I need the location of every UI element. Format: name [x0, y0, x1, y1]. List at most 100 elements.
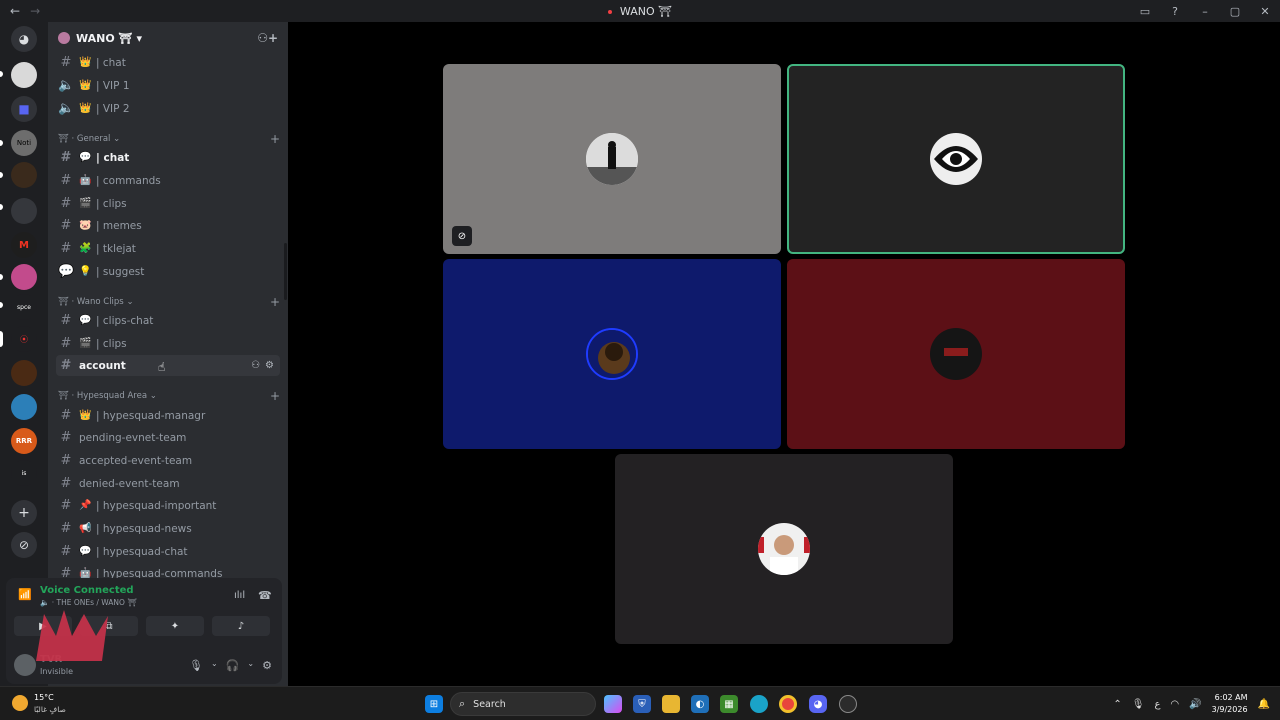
invite-icon[interactable]: ⚇ [251, 360, 260, 371]
category-wano-clips[interactable]: ⛩ · Wano Clips ⌄ + [58, 295, 280, 309]
microphone-icon[interactable]: 🎙 [189, 659, 203, 672]
add-channel-icon[interactable]: + [270, 295, 280, 309]
channel-item[interactable]: # 🤖 | commands [56, 170, 280, 191]
minimize-icon[interactable]: – [1190, 5, 1220, 18]
participant-tile[interactable] [443, 259, 781, 449]
channel-item[interactable]: # denied-event-team [56, 473, 280, 494]
server-folder-mixed[interactable] [11, 198, 37, 224]
voice-channel-item[interactable]: 🔈 👑 | VIP 1 [56, 75, 280, 96]
channel-label: | clips [96, 197, 127, 210]
language-indicator[interactable]: ع [1154, 699, 1160, 710]
wifi-icon[interactable]: ◠ [1170, 699, 1179, 710]
channel-item[interactable]: # 📌 | hypesquad-important [56, 495, 280, 516]
noise-suppression-icon[interactable]: ılıl [234, 590, 245, 601]
server-icon-dark[interactable] [11, 162, 37, 188]
server-icon-bronze[interactable] [11, 360, 37, 386]
chevron-down-icon[interactable]: ⌄ [247, 659, 254, 672]
chevron-down-icon[interactable]: ⌄ [211, 659, 218, 672]
windows-start-icon[interactable]: ⊞ [425, 695, 443, 713]
add-user-icon[interactable]: ⚇+ [257, 31, 278, 45]
server-icon-small-dot[interactable]: is [11, 460, 37, 486]
discord-taskbar-icon[interactable]: ◕ [809, 695, 827, 713]
explore-icon[interactable]: ⊘ [11, 532, 37, 558]
channel-item-account[interactable]: # account ⚇ ⚙ [56, 355, 280, 376]
channel-item[interactable]: # 👑 | hypesquad-managr [56, 405, 280, 426]
voice-status[interactable]: Voice Connected [40, 585, 134, 596]
speaker-icon: 🔈 [58, 78, 75, 93]
participant-tile[interactable] [787, 259, 1125, 449]
activities-icon: ✦ [170, 620, 180, 632]
channel-item[interactable]: # 💬 | clips-chat [56, 310, 280, 331]
server-folder-blue[interactable] [11, 394, 37, 420]
soundboard-button[interactable]: ♪ [212, 616, 270, 636]
forum-channel-item[interactable]: 💬 💡 | suggest [56, 261, 280, 282]
server-icon-notif[interactable]: Noti [11, 130, 37, 156]
disconnect-icon[interactable]: ☎ [258, 589, 272, 602]
notification-bell-icon[interactable]: 🔔 [1258, 699, 1270, 710]
maximize-icon[interactable]: ▢ [1220, 5, 1250, 18]
gear-icon[interactable]: ⚙ [262, 659, 272, 672]
volume-icon[interactable]: 🔊 [1189, 699, 1201, 710]
weather-widget[interactable]: 15°C صافٍ غالبًا [10, 691, 70, 717]
help-icon[interactable]: ? [1160, 5, 1190, 18]
hash-icon: # [60, 358, 72, 373]
add-channel-icon[interactable]: + [270, 389, 280, 403]
clock[interactable]: 6:02 AM 3/9/2026 [1212, 692, 1248, 716]
file-explorer-icon[interactable] [662, 695, 680, 713]
time: 6:02 AM [1214, 693, 1248, 702]
chevron-up-icon[interactable]: ⌃ [1113, 699, 1121, 710]
activities-button[interactable]: ✦ [146, 616, 204, 636]
sidebar-scrollbar[interactable] [284, 243, 287, 300]
inbox-icon[interactable]: ▭ [1130, 5, 1160, 18]
minecraft-icon[interactable]: ▦ [720, 695, 738, 713]
copilot-icon[interactable] [604, 695, 622, 713]
channel-item[interactable]: # 🎬 | clips [56, 193, 280, 214]
folder-icon[interactable]: ■ [11, 96, 37, 122]
server-avatar-icon [58, 32, 70, 44]
category-general[interactable]: ⛩ · General ⌄ + [58, 132, 280, 146]
channel-label: | suggest [96, 265, 145, 278]
channel-item-chat[interactable]: # 💬 | chat [56, 147, 280, 168]
app-icon-blue[interactable]: ◐ [691, 695, 709, 713]
voice-channel-item[interactable]: 🔈 👑 | VIP 2 [56, 98, 280, 119]
channel-item[interactable]: # accepted-event-team [56, 450, 280, 471]
server-icon-mi[interactable]: M [11, 232, 37, 258]
unread-pip [0, 302, 3, 308]
participant-tile[interactable] [615, 454, 953, 644]
channel-item[interactable]: # 🐷 | memes [56, 215, 280, 236]
temperature: 15°C [34, 693, 54, 702]
channel-item[interactable]: # 🧩 | tklejat [56, 238, 280, 259]
server-icon-pink[interactable] [11, 264, 37, 290]
channel-label: account [79, 359, 126, 372]
close-icon[interactable]: ✕ [1250, 5, 1280, 18]
taskbar-search[interactable]: ⌕ Search [450, 692, 596, 716]
discord-home-icon[interactable]: ◕ [11, 26, 37, 52]
avatar [930, 328, 982, 380]
headphones-icon[interactable]: 🎧 [226, 659, 240, 672]
server-icon-red-dot[interactable]: ⦿ [11, 326, 37, 352]
speaker-icon: 🔈 [58, 101, 75, 116]
channel-item[interactable]: # 📢 | hypesquad-news [56, 518, 280, 539]
chrome-icon[interactable] [779, 695, 797, 713]
channel-item[interactable]: # pending-evnet-team [56, 427, 280, 448]
server-header[interactable]: WANO ⛩ ▾ ⚇+ [48, 22, 288, 54]
defender-icon[interactable]: ⛨ [633, 695, 651, 713]
search-icon: ⌕ [459, 697, 466, 710]
category-hypesquad[interactable]: ⛩ · Hypesquad Area ⌄ + [58, 389, 280, 403]
channel-item[interactable]: # 💬 | hypesquad-chat [56, 541, 280, 562]
channel-item[interactable]: # 🎬 | clips [56, 333, 280, 354]
server-icon-small-text[interactable]: spce [11, 294, 37, 320]
gear-icon[interactable]: ⚙ [265, 360, 274, 371]
server-icon-orange[interactable]: RRR [11, 428, 37, 454]
channel-label: | hypesquad-managr [96, 409, 206, 422]
edge-icon[interactable] [750, 695, 768, 713]
hash-icon: # [60, 196, 72, 211]
participant-tile[interactable]: ⊘ [443, 64, 781, 254]
participant-tile-speaking[interactable] [787, 64, 1125, 254]
server-icon-ghost[interactable] [11, 62, 37, 88]
add-server-icon[interactable]: + [11, 500, 37, 526]
channel-item[interactable]: # 👑 | chat [56, 52, 280, 73]
microphone-icon[interactable]: 🎙 [1132, 699, 1145, 710]
add-channel-icon[interactable]: + [270, 132, 280, 146]
app-icon-outline[interactable] [839, 695, 857, 713]
